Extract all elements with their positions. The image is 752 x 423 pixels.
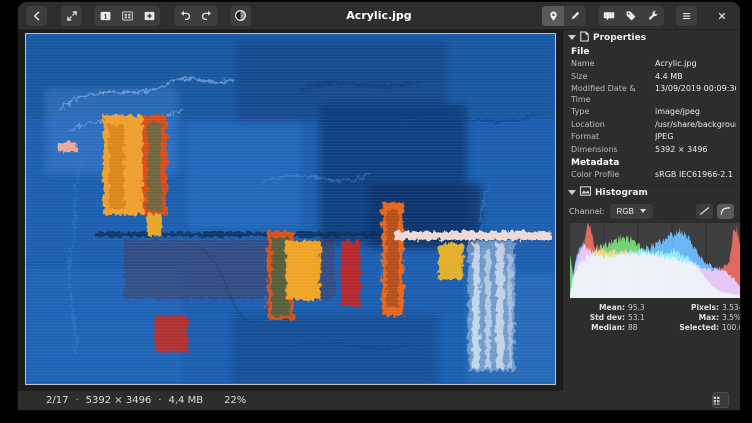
rotate-left-button[interactable]: [174, 5, 196, 26]
zoom-fit-icon: [121, 10, 134, 22]
tags-button[interactable]: [620, 5, 642, 26]
properties-sidebar: Properties File Name Acrylic.jpg Size 4.…: [562, 30, 740, 391]
adjust-colors-icon: [234, 9, 247, 22]
stat-stddev-label: Std dev:: [589, 312, 625, 322]
location-pin-icon: [548, 10, 559, 22]
histogram-chart: [570, 222, 740, 298]
properties-expander[interactable]: Properties: [563, 30, 740, 45]
histogram-title: Histogram: [595, 187, 648, 198]
annotate-group: [598, 5, 664, 26]
svg-text:1: 1: [103, 13, 107, 20]
property-row-size: Size 4.4 MB: [571, 71, 683, 81]
acrylic-painting: [26, 34, 555, 384]
menu-button[interactable]: [676, 5, 697, 26]
stat-pixels-value: 3.534.456: [722, 302, 740, 312]
property-row-location: Location /usr/share/background…: [571, 119, 736, 129]
toolbar-left: 1: [26, 2, 251, 29]
histogram-image-icon: [580, 186, 591, 199]
tools-button[interactable]: [642, 5, 664, 26]
property-row-dimensions: Dimensions 5392 × 3496: [571, 144, 708, 154]
metadata-section-heading: Metadata: [571, 158, 620, 168]
zoom-button-group: 1: [94, 5, 160, 26]
wrench-icon: [647, 10, 659, 22]
rotate-right-icon: [201, 10, 213, 22]
zoom-fit-button[interactable]: [116, 5, 138, 26]
toolbar-right: [542, 2, 732, 29]
properties-title: Properties: [593, 32, 647, 43]
property-row-color-profile: Color Profile sRGB IEC61966-2.1: [571, 170, 734, 179]
chevron-down-icon: [639, 209, 646, 213]
adjust-colors-button[interactable]: [230, 5, 251, 26]
property-row-format: Format JPEG: [571, 132, 674, 141]
statusbar: 2/17 · 5392 × 3496 · 4,4 MB 22%: [18, 391, 740, 410]
grid-icon: [713, 393, 722, 408]
main-content: Properties File Name Acrylic.jpg Size 4.…: [18, 30, 740, 391]
properties-doc-icon: [580, 30, 589, 45]
zoom-in-button[interactable]: [138, 5, 160, 26]
desktop-background: 1 Acrylic.jpg Properties File Name Acryl…: [0, 0, 752, 423]
channel-label: Channel:: [569, 206, 605, 216]
zoom-original-icon: 1: [99, 10, 112, 22]
zoom-level: 22%: [224, 395, 247, 406]
stat-selected-label: Selected:: [679, 322, 719, 332]
logarithmic-scale-icon: [720, 204, 731, 219]
image-dimensions: 5392 × 3496: [85, 395, 152, 406]
logarithmic-scale-button[interactable]: [717, 203, 734, 219]
channel-selected-value: RGB: [616, 206, 634, 216]
file-section-heading: File: [571, 47, 590, 57]
chevron-left-icon: [31, 10, 43, 22]
stat-max-value: 3.5%: [722, 312, 740, 322]
histogram-stats: Mean: 95.3 Pixels: 3.534.456 Std dev: 53…: [563, 298, 740, 332]
linear-scale-icon: [699, 204, 710, 219]
expander-triangle-icon: [568, 190, 576, 195]
tag-icon: [625, 10, 637, 22]
stat-stddev-value: 53.1: [628, 312, 645, 322]
stat-median-label: Median:: [591, 322, 625, 332]
statusbar-separator: ·: [158, 395, 162, 406]
property-row-type: Type image/jpeg: [571, 107, 700, 116]
view-edit-group: [542, 5, 586, 26]
stat-mean-value: 95.3: [628, 302, 645, 312]
image-viewer-window: 1 Acrylic.jpg Properties File Name Acryl…: [18, 2, 740, 410]
close-icon: [717, 11, 727, 21]
property-row-name: Name Acrylic.jpg: [571, 59, 697, 68]
hamburger-menu-icon: [681, 11, 692, 21]
image-file-size: 4,4 MB: [168, 395, 204, 406]
histogram-scale-buttons: [696, 203, 734, 219]
zoom-in-icon: [143, 10, 156, 22]
close-button[interactable]: [711, 6, 732, 26]
comment-icon: [603, 10, 615, 22]
stat-max-label: Max:: [698, 312, 719, 322]
properties-toggle-button[interactable]: [542, 5, 564, 26]
show-browser-button[interactable]: [712, 392, 729, 408]
stat-selected-value: 100.0%: [722, 322, 740, 332]
stat-median-value: 88: [628, 322, 638, 332]
rotate-button-group: [174, 5, 218, 26]
rotate-left-icon: [179, 10, 191, 22]
image-canvas-area: [18, 30, 562, 391]
histogram-expander[interactable]: Histogram: [563, 184, 740, 200]
channel-dropdown[interactable]: RGB: [609, 203, 653, 219]
fullscreen-icon: [66, 10, 78, 22]
linear-scale-button[interactable]: [696, 203, 713, 219]
back-button[interactable]: [26, 5, 47, 26]
property-row-modified: Modified Date & Time 13/09/2019 00:09:36: [571, 84, 736, 104]
channel-row: Channel: RGB: [563, 200, 740, 222]
displayed-image: [25, 33, 556, 385]
edit-file-button[interactable]: [564, 5, 586, 26]
stat-pixels-label: Pixels:: [690, 302, 719, 312]
stat-mean-label: Mean:: [599, 302, 625, 312]
headerbar: 1 Acrylic.jpg: [18, 2, 740, 30]
image-index: 2/17: [46, 395, 69, 406]
comment-button[interactable]: [598, 5, 620, 26]
pencil-icon: [570, 10, 581, 21]
zoom-original-button[interactable]: 1: [94, 5, 116, 26]
rotate-right-button[interactable]: [196, 5, 218, 26]
expander-triangle-icon: [568, 35, 576, 40]
fullscreen-button[interactable]: [61, 5, 82, 26]
statusbar-separator: ·: [75, 395, 79, 406]
